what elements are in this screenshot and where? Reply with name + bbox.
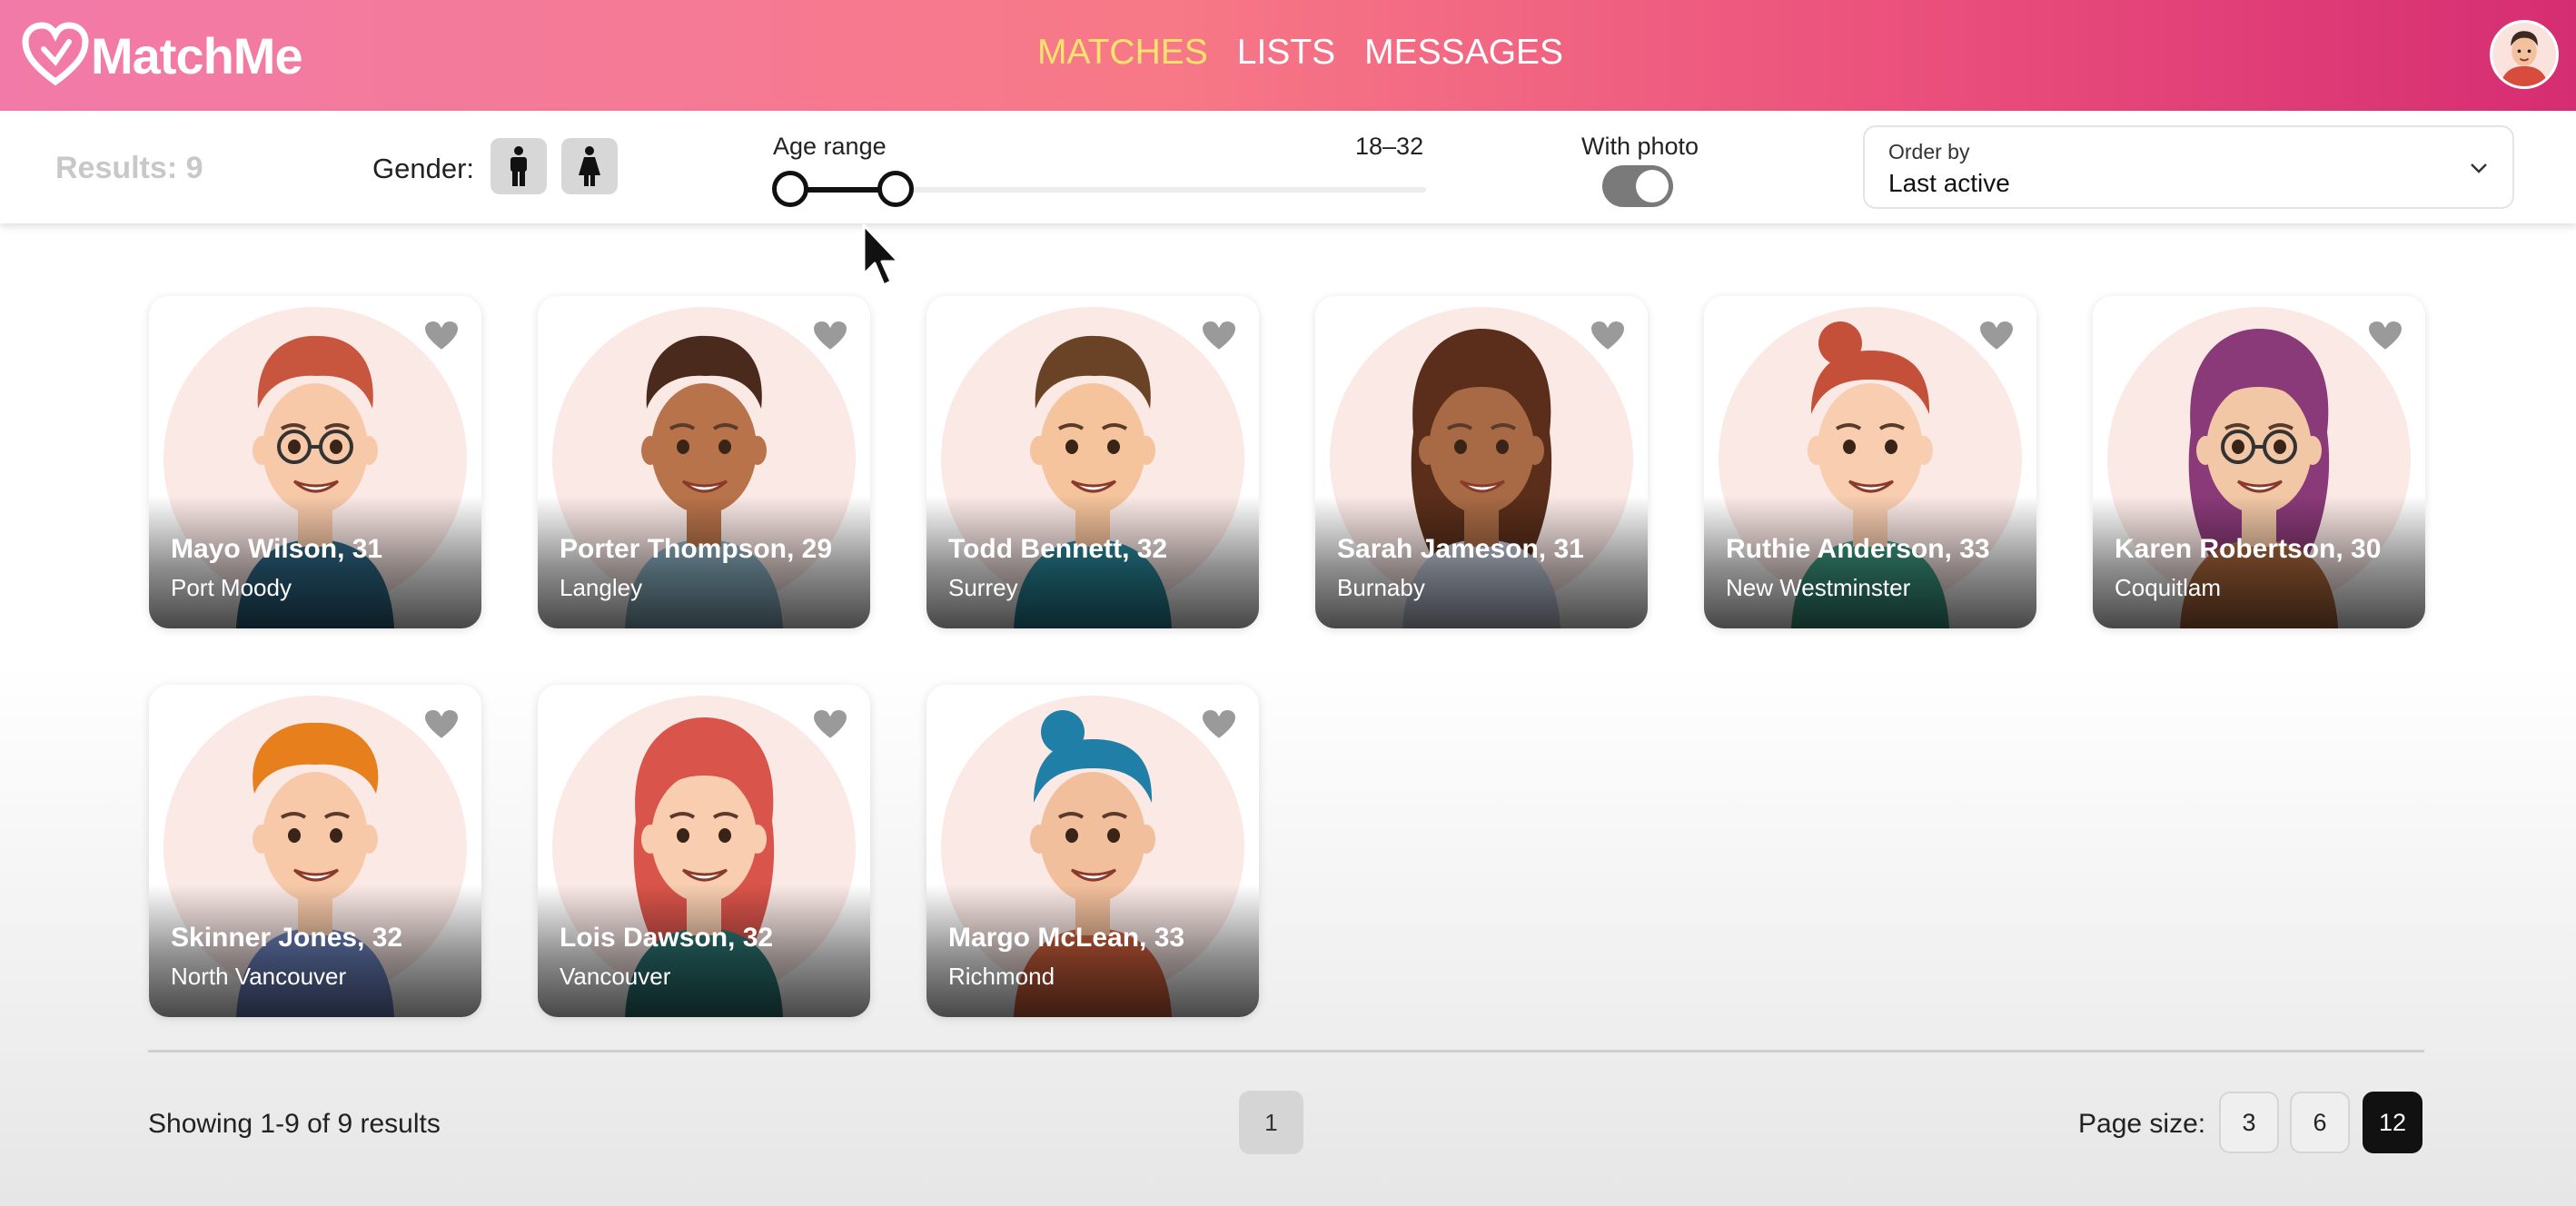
with-photo-label: With photo	[1581, 133, 1699, 160]
member-city: New Westminster	[1726, 574, 1911, 601]
member-card[interactable]: Ruthie Anderson, 33 New Westminster	[1704, 296, 2036, 628]
order-by-select[interactable]: Order by Last active	[1863, 125, 2514, 209]
results-summary: Showing 1-9 of 9 results	[148, 1109, 441, 1139]
page-size-label: Page size:	[2078, 1109, 2206, 1139]
results-count: Results: 9	[55, 151, 203, 185]
male-icon	[510, 146, 527, 186]
like-heart-icon[interactable]	[423, 708, 460, 741]
member-name: Mayo Wilson, 31	[171, 534, 383, 564]
toggle-knob	[1636, 170, 1669, 203]
gender-male-button[interactable]	[490, 138, 547, 194]
like-heart-icon[interactable]	[1201, 708, 1237, 741]
member-city: Richmond	[948, 963, 1055, 990]
navbar: MatchMe MATCHES LISTS MESSAGES	[0, 0, 2576, 111]
order-by-value: Last active	[1888, 169, 2010, 197]
with-photo-toggle[interactable]	[1602, 165, 1673, 207]
like-heart-icon[interactable]	[812, 320, 848, 352]
member-name: Skinner Jones, 32	[171, 923, 403, 953]
member-city: Surrey	[948, 574, 1018, 601]
member-city: North Vancouver	[171, 963, 347, 990]
page-button-1[interactable]: 1	[1239, 1091, 1303, 1154]
member-card[interactable]: Skinner Jones, 32 North Vancouver	[149, 685, 481, 1017]
member-name: Sarah Jameson, 31	[1337, 534, 1584, 564]
page-size-6-button[interactable]: 6	[2290, 1092, 2350, 1153]
member-card[interactable]: Todd Bennett, 32 Surrey	[926, 296, 1259, 628]
member-name: Margo McLean, 33	[948, 923, 1185, 953]
chevron-down-icon	[2471, 163, 2487, 173]
member-city: Coquitlam	[2115, 574, 2222, 601]
like-heart-icon[interactable]	[1590, 320, 1626, 352]
member-city: Langley	[560, 574, 643, 601]
member-card[interactable]: Mayo Wilson, 31 Port Moody	[149, 296, 481, 628]
member-name: Karen Robertson, 30	[2115, 534, 2382, 564]
member-card[interactable]: Lois Dawson, 32 Vancouver	[538, 685, 870, 1017]
page-size-12-button[interactable]: 12	[2363, 1092, 2422, 1153]
member-card[interactable]: Porter Thompson, 29 Langley	[538, 296, 870, 628]
like-heart-icon[interactable]	[1978, 320, 2015, 352]
member-name: Porter Thompson, 29	[560, 534, 833, 564]
age-range-label: Age range	[773, 133, 887, 160]
nav-messages[interactable]: MESSAGES	[1364, 33, 1563, 73]
female-icon	[579, 146, 600, 186]
order-by-caption: Order by	[1888, 140, 1970, 163]
brand-logo[interactable]: MatchMe	[22, 20, 303, 91]
member-card[interactable]: Karen Robertson, 30 Coquitlam	[2093, 296, 2425, 628]
member-name: Lois Dawson, 32	[560, 923, 774, 953]
nav-lists[interactable]: LISTS	[1237, 33, 1335, 73]
age-range-value: 18–32	[1355, 133, 1424, 160]
member-card[interactable]: Margo McLean, 33 Richmond	[926, 685, 1259, 1017]
like-heart-icon[interactable]	[423, 320, 460, 352]
member-city: Vancouver	[560, 963, 671, 990]
gender-female-button[interactable]	[561, 138, 618, 194]
member-city: Port Moody	[171, 574, 292, 601]
age-slider-max-handle[interactable]	[877, 171, 914, 207]
user-avatar[interactable]	[2490, 20, 2559, 89]
like-heart-icon[interactable]	[2367, 320, 2403, 352]
member-city: Burnaby	[1337, 574, 1425, 601]
member-card[interactable]: Sarah Jameson, 31 Burnaby	[1315, 296, 1648, 628]
nav-matches[interactable]: MATCHES	[1037, 33, 1208, 73]
mouse-cursor-icon	[862, 223, 900, 287]
brand-name: MatchMe	[91, 26, 303, 84]
age-slider-min-handle[interactable]	[772, 171, 808, 207]
page-size-3-button[interactable]: 3	[2219, 1092, 2279, 1153]
user-avatar-icon	[2492, 23, 2556, 86]
like-heart-icon[interactable]	[1201, 320, 1237, 352]
heart-logo-icon	[22, 22, 89, 86]
gender-label: Gender:	[372, 153, 475, 184]
filter-bar: Results: 9 Gender: Age range 18–32 With …	[0, 111, 2576, 223]
member-name: Ruthie Anderson, 33	[1726, 534, 1990, 564]
member-name: Todd Bennett, 32	[948, 534, 1168, 564]
like-heart-icon[interactable]	[812, 708, 848, 741]
divider	[148, 1050, 2424, 1053]
